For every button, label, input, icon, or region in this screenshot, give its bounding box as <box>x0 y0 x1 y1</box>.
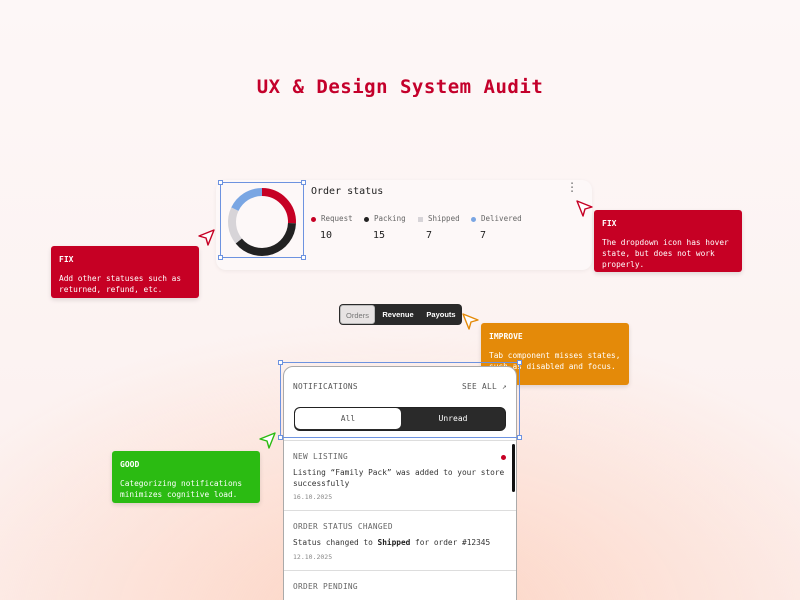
grey-square-icon <box>418 216 423 222</box>
resize-handle[interactable] <box>301 255 306 260</box>
resize-handle[interactable] <box>218 180 223 185</box>
count-delivered: 7 <box>480 230 487 241</box>
order-status-donut <box>228 188 296 256</box>
notification-message: Listing “Family Pack” was added to your … <box>293 468 505 488</box>
notification-date: 16.10.2025 <box>293 493 333 501</box>
donut-slice-shipped <box>228 207 243 244</box>
pointer-cursor-icon <box>259 432 276 449</box>
notification-type: ORDER PENDING <box>293 582 358 591</box>
tab-component: Orders Revenue Payouts <box>339 304 462 325</box>
notification-message: Status changed to Shipped for order #123… <box>293 537 505 548</box>
tab-orders[interactable]: Orders <box>340 305 375 324</box>
message-prefix: Status changed to <box>293 538 378 547</box>
resize-handle[interactable] <box>218 255 223 260</box>
count-packing: 15 <box>373 230 386 241</box>
callout-tag: FIX <box>602 219 617 228</box>
blue-dot-icon <box>471 216 476 222</box>
donut-slice-packing <box>235 222 296 256</box>
pointer-cursor-icon <box>198 229 215 246</box>
notification-type: ORDER STATUS CHANGED <box>293 522 393 531</box>
legend-label: Packing <box>374 214 406 223</box>
callout-tag: IMPROVE <box>489 332 523 341</box>
callout-text: Add other statuses such as returned, ref… <box>59 274 182 294</box>
tab-payouts[interactable]: Payouts <box>421 305 461 324</box>
pointer-cursor-icon <box>462 313 479 330</box>
red-dot-icon <box>311 216 316 222</box>
legend-label: Delivered <box>481 214 522 223</box>
callout-tag: GOOD <box>120 460 140 469</box>
donut-slice-request <box>261 188 296 224</box>
resize-handle[interactable] <box>301 180 306 185</box>
resize-handle[interactable] <box>517 360 522 365</box>
message-suffix: for order #12345 <box>410 538 491 547</box>
divider <box>284 570 516 571</box>
scrollbar[interactable] <box>512 444 515 492</box>
divider <box>284 510 516 511</box>
pointer-cursor-icon <box>576 200 593 217</box>
count-shipped: 7 <box>426 230 433 241</box>
callout-text: Categorizing notifications minimizes cog… <box>120 479 243 499</box>
legend-item-request: Request <box>311 214 353 223</box>
divider <box>284 440 516 441</box>
notification-type: NEW LISTING <box>293 452 348 461</box>
legend-label: Request <box>321 214 353 223</box>
good-callout-categorizing: GOOD Categorizing notifications minimize… <box>112 451 260 503</box>
fix-callout-dropdown: FIX The dropdown icon has hover state, b… <box>594 210 742 272</box>
page-title: UX & Design System Audit <box>256 76 544 98</box>
resize-handle[interactable] <box>278 360 283 365</box>
donut-slice-delivered <box>231 188 263 212</box>
legend-item-packing: Packing <box>364 214 406 223</box>
black-dot-icon <box>364 216 369 222</box>
count-request: 10 <box>320 230 333 241</box>
donut-selection-box[interactable] <box>218 180 306 260</box>
status-value: Shipped <box>377 538 411 547</box>
legend-label: Shipped <box>428 214 460 223</box>
notification-date: 12.10.2025 <box>293 553 333 561</box>
resize-handle[interactable] <box>517 435 522 440</box>
legend-item-shipped: Shipped <box>418 214 460 223</box>
order-status-title: Order status <box>311 186 384 197</box>
fix-callout-statuses: FIX Add other statuses such as returned,… <box>51 246 199 298</box>
unread-indicator <box>501 455 506 460</box>
tab-revenue[interactable]: Revenue <box>377 305 419 324</box>
kebab-vertical-icon[interactable]: · · · <box>568 178 576 197</box>
callout-tag: FIX <box>59 255 74 264</box>
resize-handle[interactable] <box>278 435 283 440</box>
callout-text: The dropdown icon has hover state, but d… <box>602 238 729 269</box>
header-selection-box <box>278 360 522 440</box>
legend-item-delivered: Delivered <box>471 214 522 223</box>
